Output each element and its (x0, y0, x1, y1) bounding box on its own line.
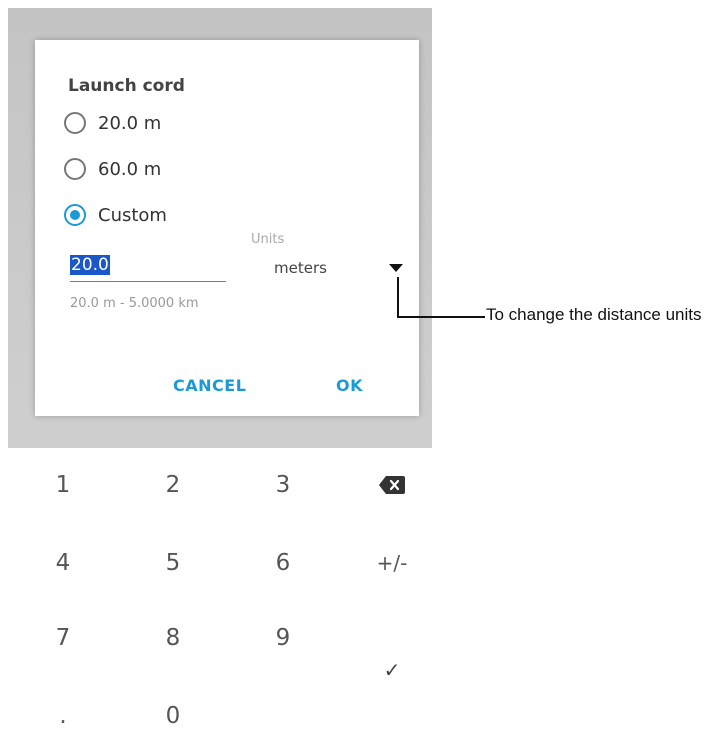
key-2[interactable]: 2 (143, 465, 203, 505)
option-label: Custom (98, 204, 167, 226)
backspace-icon (379, 476, 405, 494)
option-60m[interactable]: 60.0 m (64, 154, 161, 184)
range-hint: 20.0 m - 5.0000 km (70, 296, 199, 311)
key-8[interactable]: 8 (143, 618, 203, 658)
selected-value-text: 20.0 (70, 255, 110, 275)
key-plus-minus[interactable]: +/- (362, 543, 422, 583)
dialog-title: Launch cord (68, 76, 185, 96)
custom-length-input[interactable]: 20.0 (70, 255, 226, 282)
key-7[interactable]: 7 (33, 618, 93, 658)
callout-line (397, 316, 485, 318)
key-0[interactable]: 0 (143, 696, 203, 735)
key-4[interactable]: 4 (33, 543, 93, 583)
cancel-button[interactable]: CANCEL (173, 376, 246, 395)
key-9[interactable]: 9 (253, 618, 313, 658)
option-custom[interactable]: Custom (64, 200, 167, 230)
key-5[interactable]: 5 (143, 543, 203, 583)
key-6[interactable]: 6 (253, 543, 313, 583)
radio-checked-icon[interactable] (64, 204, 86, 226)
units-label: Units (251, 232, 285, 247)
launch-cord-dialog: Launch cord 20.0 m 60.0 m Custom Units 2… (35, 40, 419, 416)
option-label: 20.0 m (98, 112, 162, 134)
option-label: 60.0 m (98, 158, 162, 180)
option-20m[interactable]: 20.0 m (64, 108, 161, 138)
confirm-key[interactable]: ✓ (362, 650, 422, 690)
key-1[interactable]: 1 (33, 465, 93, 505)
key-decimal[interactable]: . (33, 696, 93, 735)
radio-icon[interactable] (64, 112, 86, 134)
device-screen: Launch cord 20.0 m 60.0 m Custom Units 2… (8, 8, 432, 735)
key-3[interactable]: 3 (253, 465, 313, 505)
units-value: meters (274, 259, 327, 277)
callout-line (397, 277, 399, 318)
ok-button[interactable]: OK (336, 376, 363, 395)
check-icon: ✓ (383, 658, 401, 682)
dropdown-arrow-icon[interactable] (389, 264, 403, 272)
radio-icon[interactable] (64, 158, 86, 180)
callout-text: To change the distance units (486, 305, 702, 324)
backspace-key[interactable] (362, 465, 422, 505)
